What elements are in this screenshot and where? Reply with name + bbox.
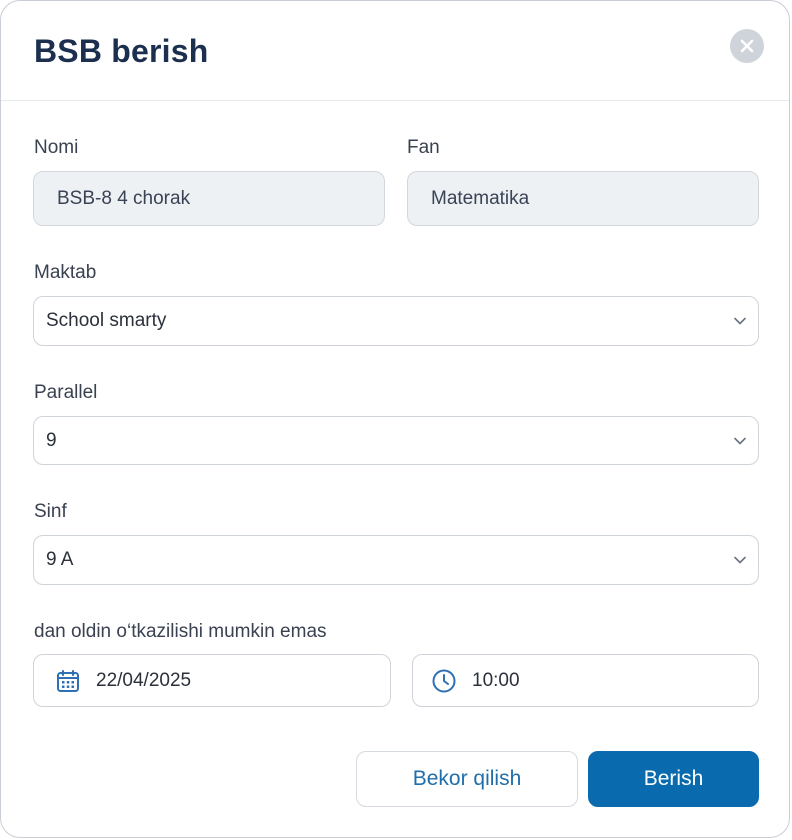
parallel-select[interactable]: 9: [33, 416, 759, 465]
bsb-dialog: BSB berish Nomi BSB-8 4 chorak Fan Matem…: [0, 0, 790, 838]
time-value: 10:00: [472, 669, 520, 691]
nomi-field: BSB-8 4 chorak: [33, 171, 385, 226]
cancel-button[interactable]: Bekor qilish: [356, 751, 578, 807]
maktab-label: Maktab: [34, 262, 97, 283]
deadline-label: dan oldin o‘tkazilishi mumkin emas: [34, 621, 327, 642]
close-button[interactable]: [730, 29, 764, 63]
fan-label: Fan: [407, 137, 440, 158]
submit-button[interactable]: Berish: [588, 751, 759, 807]
chevron-down-icon: [734, 555, 746, 565]
parallel-value: 9: [46, 429, 57, 451]
dialog-header: BSB berish: [1, 1, 789, 101]
dialog-title: BSB berish: [34, 33, 209, 69]
time-input[interactable]: 10:00: [412, 654, 759, 707]
maktab-select[interactable]: School smarty: [33, 296, 759, 346]
maktab-value: School smarty: [46, 310, 167, 331]
fan-value: Matematika: [431, 187, 530, 209]
calendar-icon: [55, 668, 81, 694]
close-icon: [740, 39, 754, 53]
date-value: 22/04/2025: [96, 669, 192, 691]
nomi-label: Nomi: [34, 137, 79, 158]
chevron-down-icon: [734, 436, 746, 446]
sinf-value: 9 A: [46, 549, 74, 570]
sinf-select[interactable]: 9 A: [33, 535, 759, 585]
parallel-label: Parallel: [34, 382, 98, 403]
date-input[interactable]: 22/04/2025: [33, 654, 391, 707]
sinf-label: Sinf: [34, 501, 67, 522]
nomi-value: BSB-8 4 chorak: [57, 187, 191, 209]
chevron-down-icon: [734, 316, 746, 326]
fan-field: Matematika: [407, 171, 759, 226]
clock-icon: [431, 668, 457, 694]
